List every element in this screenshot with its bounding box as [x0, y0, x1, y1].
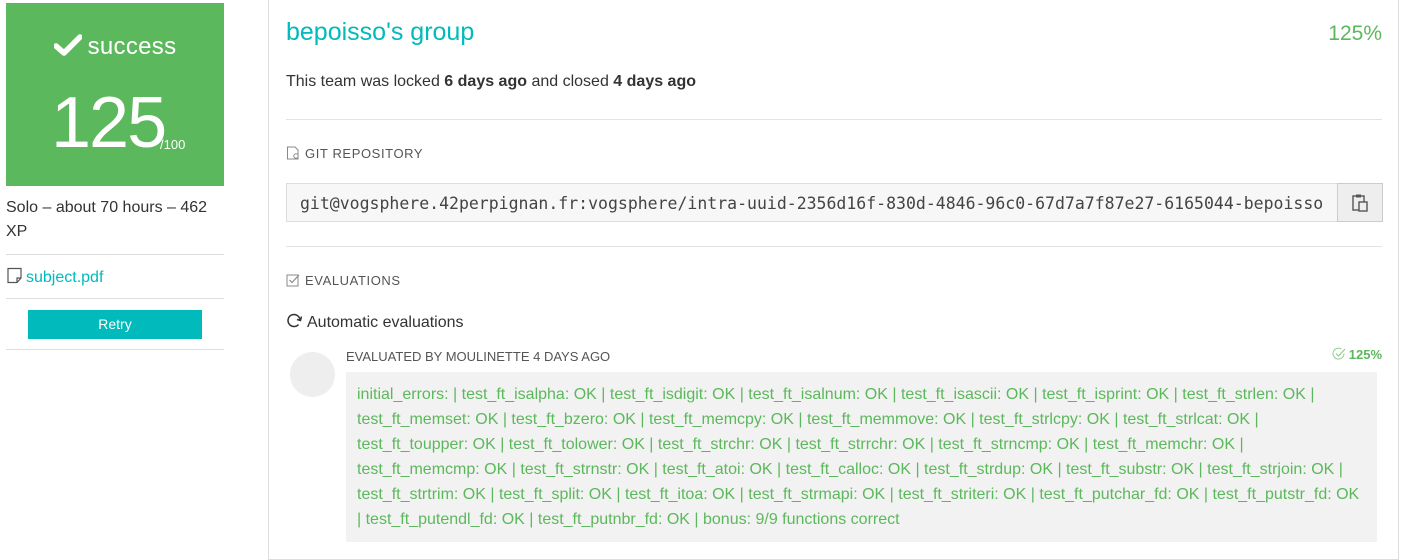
avatar	[290, 352, 335, 397]
repository-section-label: GIT REPOSITORY	[286, 146, 423, 161]
closed-ago: 4 days ago	[613, 73, 696, 90]
automatic-evaluations-heading: Automatic evaluations	[286, 313, 464, 332]
status-heading: success	[6, 33, 224, 61]
evaluated-by: EVALUATED BY MOULINETTE 4 DAYS AGO	[346, 349, 611, 364]
clipboard-icon	[1352, 194, 1368, 212]
lock-prefix: This team was locked	[286, 73, 440, 90]
project-status-box: success 125 /100	[6, 3, 224, 186]
group-title: bepoisso's group	[286, 18, 475, 46]
evaluation-score-value: 125%	[1348, 347, 1382, 362]
check-circle-icon	[1332, 347, 1346, 360]
project-sidebar: success 125 /100 Solo – about 70 hours –…	[6, 3, 224, 350]
score-max: /100	[160, 137, 186, 152]
document-icon	[7, 267, 22, 284]
status-label: success	[87, 33, 177, 60]
subject-link[interactable]: subject.pdf	[26, 269, 103, 286]
repository-label-text: GIT REPOSITORY	[305, 146, 424, 161]
repository-url-field[interactable]: git@vogsphere.42perpignan.fr:vogsphere/i…	[286, 183, 1338, 222]
evaluations-section-label: EVALUATIONS	[286, 273, 401, 288]
evaluation-output: initial_errors: | test_ft_isalpha: OK | …	[346, 372, 1377, 542]
subject-row: subject.pdf	[6, 255, 224, 299]
divider	[286, 119, 1382, 120]
team-panel: bepoisso's group 125% This team was lock…	[268, 0, 1399, 560]
repository-icon	[287, 146, 299, 160]
refresh-icon	[287, 313, 303, 328]
project-info: Solo – about 70 hours – 462 XP	[6, 186, 224, 255]
checkbox-icon	[286, 274, 300, 287]
retry-button[interactable]: Retry	[28, 310, 202, 339]
copy-button[interactable]	[1337, 183, 1383, 222]
divider	[286, 246, 1382, 247]
locked-ago: 6 days ago	[444, 73, 527, 90]
check-icon	[53, 34, 82, 56]
lock-middle: and closed	[531, 73, 609, 90]
automatic-evaluations-label: Automatic evaluations	[307, 314, 464, 331]
retry-row: Retry	[6, 299, 224, 350]
final-score: 125	[51, 83, 167, 163]
group-final-mark: 125%	[1328, 22, 1382, 45]
evaluation-score: 125%	[1332, 347, 1382, 362]
evaluations-label-text: EVALUATIONS	[305, 273, 401, 288]
lock-status: This team was locked 6 days ago and clos…	[286, 73, 696, 91]
